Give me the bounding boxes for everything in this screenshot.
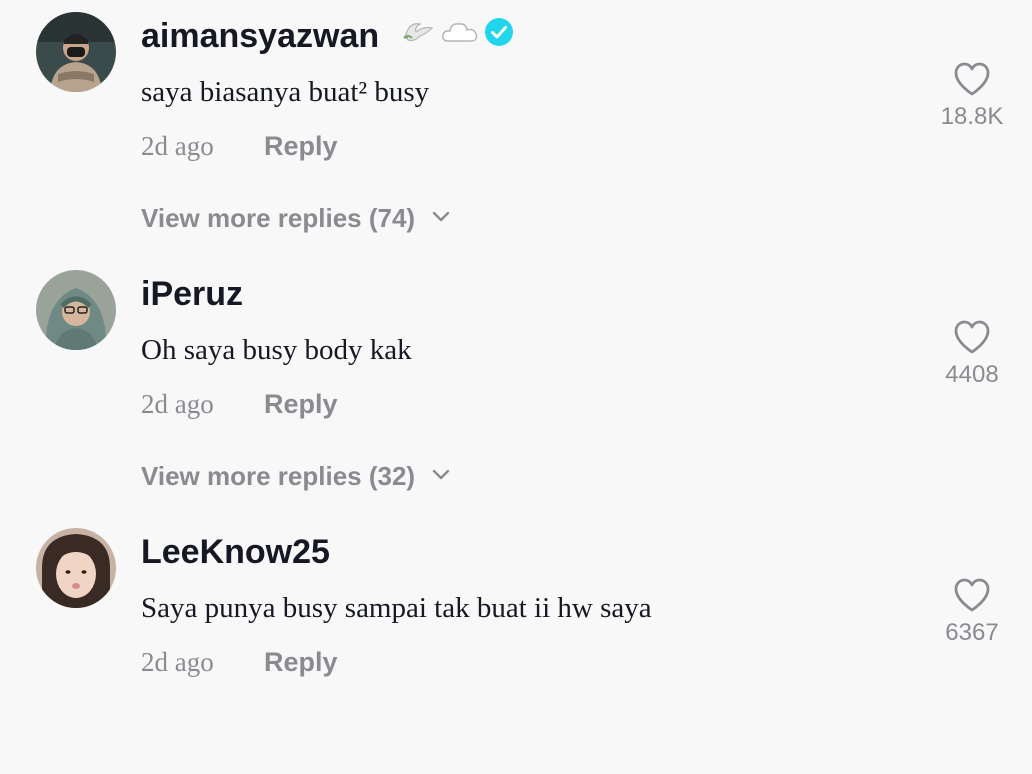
like-button[interactable]: 6367 (932, 576, 1012, 648)
heart-icon (954, 320, 990, 354)
like-count: 6367 (945, 619, 999, 646)
like-button[interactable]: 18.8K (932, 60, 1012, 132)
comment-text: Saya punya busy sampai tak buat ii hw sa… (141, 592, 652, 624)
username[interactable]: aimansyazwan (141, 16, 379, 56)
chevron-down-icon (431, 467, 451, 486)
username[interactable]: LeeKnow25 (141, 532, 330, 572)
dove-icon (400, 14, 436, 55)
comment-item: iPeruz Oh saya busy body kak 2d ago Repl… (0, 258, 1032, 516)
timestamp: 2d ago (141, 647, 214, 677)
avatar[interactable] (36, 12, 116, 92)
view-more-replies-label: View more replies (32) (141, 461, 416, 491)
verified-badge-icon (484, 17, 514, 52)
heart-icon (954, 62, 990, 96)
comment-text: Oh saya busy body kak (141, 334, 412, 366)
like-button[interactable]: 4408 (932, 318, 1012, 390)
comment-item: aimansyazwan saya biasanya buat² busy 2d… (0, 0, 1032, 258)
comment-item: LeeKnow25 Saya punya busy sampai tak bua… (0, 516, 1032, 774)
heart-icon (954, 578, 990, 612)
view-more-replies-label: View more replies (74) (141, 203, 416, 233)
chevron-down-icon (431, 209, 451, 228)
username-badges (400, 14, 514, 54)
avatar[interactable] (36, 270, 116, 350)
like-count: 4408 (945, 361, 999, 388)
reply-button[interactable]: Reply (264, 126, 338, 166)
cloud-icon (440, 17, 480, 52)
username[interactable]: iPeruz (141, 274, 243, 314)
timestamp: 2d ago (141, 389, 214, 419)
view-more-replies-button[interactable]: View more replies (74) (141, 198, 451, 238)
view-more-replies-button[interactable]: View more replies (32) (141, 456, 451, 496)
comment-text: saya biasanya buat² busy (141, 76, 430, 108)
reply-button[interactable]: Reply (264, 384, 338, 424)
avatar[interactable] (36, 528, 116, 608)
reply-button[interactable]: Reply (264, 642, 338, 682)
like-count: 18.8K (940, 103, 1004, 130)
timestamp: 2d ago (141, 131, 214, 161)
